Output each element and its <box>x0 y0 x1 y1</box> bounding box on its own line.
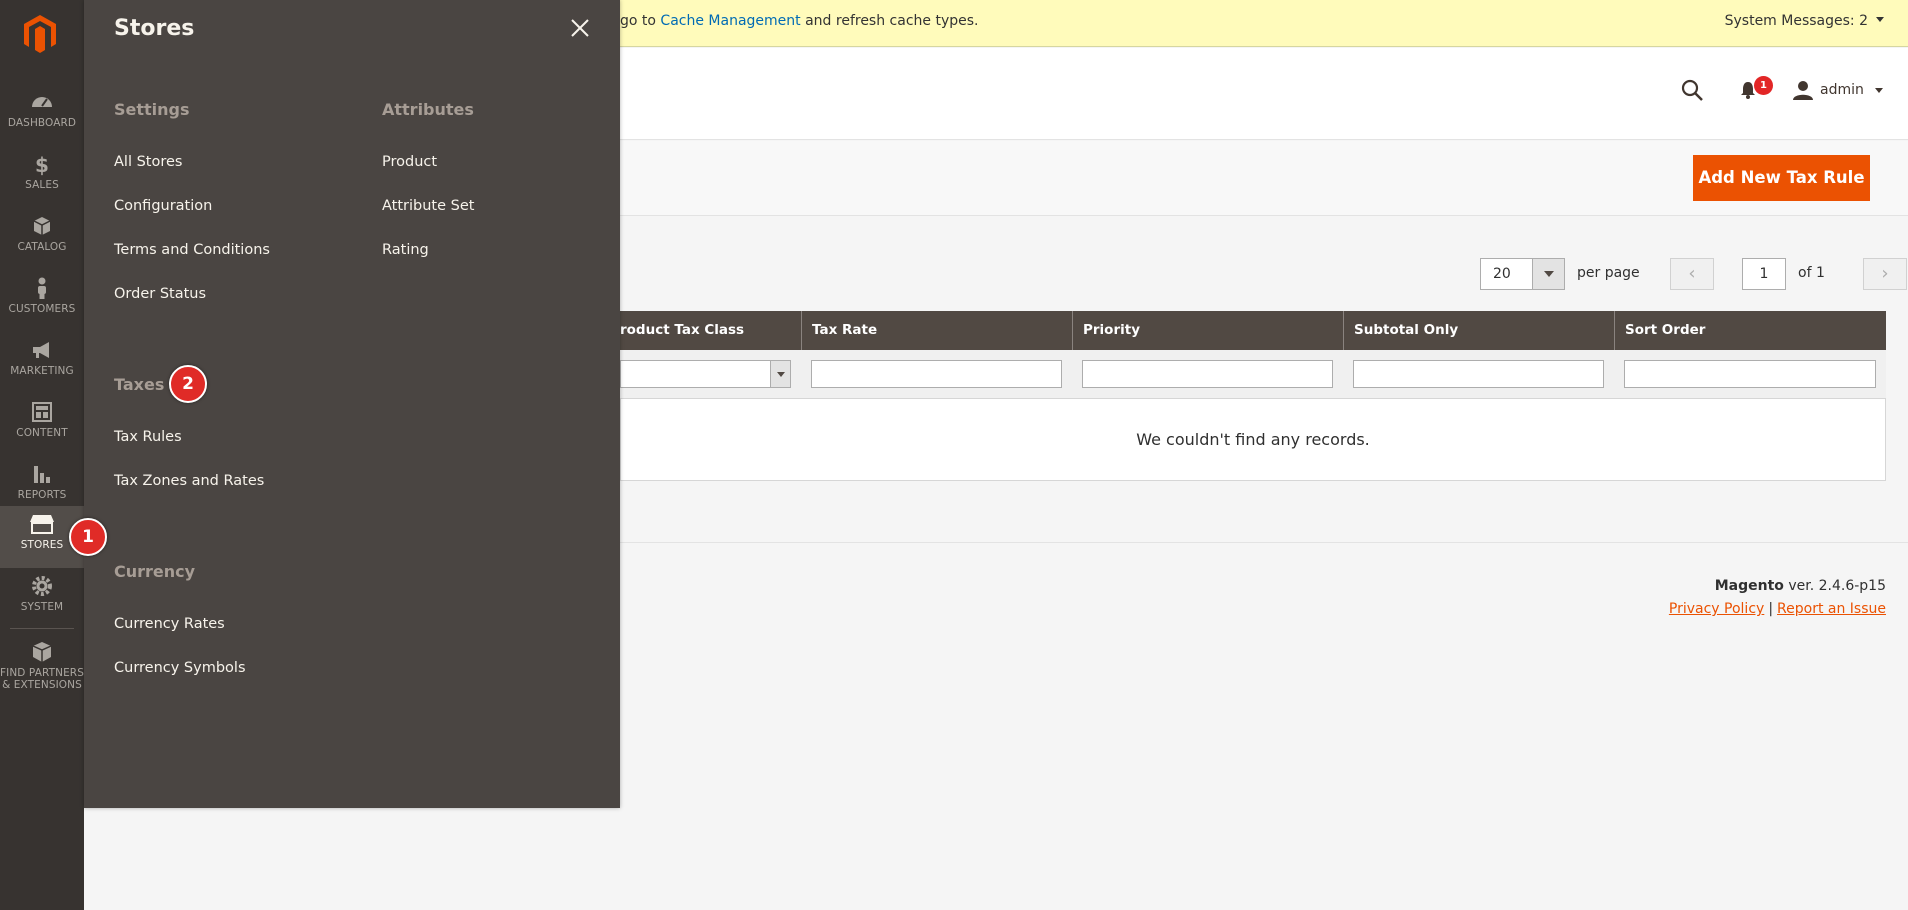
currency-group-title: Currency <box>114 562 196 581</box>
previous-page-button[interactable]: ‹ <box>1670 258 1714 290</box>
currency-symbols-link[interactable]: Currency Symbols <box>114 660 246 676</box>
taxes-group-title: Taxes <box>114 375 165 394</box>
flyout-title: Stores <box>114 16 195 41</box>
privacy-policy-link[interactable]: Privacy Policy <box>1669 601 1764 617</box>
attributes-group-title: Attributes <box>382 100 474 119</box>
bar-chart-icon <box>0 462 84 486</box>
chevron-down-icon[interactable] <box>1876 17 1884 22</box>
column-header-sort-order[interactable]: Sort Order <box>1614 311 1886 350</box>
footer-divider <box>620 542 1908 543</box>
chevron-down-icon <box>770 361 790 387</box>
svg-text:$: $ <box>35 153 49 176</box>
grid-pager: 20 per page ‹ 1 of 1 › <box>620 256 1908 292</box>
nav-item-dashboard[interactable]: DASHBOARD <box>0 84 84 146</box>
column-header-priority[interactable]: Priority <box>1072 311 1343 350</box>
gear-icon <box>0 574 84 598</box>
layout-icon <box>0 400 84 424</box>
nav-label: CUSTOMERS <box>8 303 76 315</box>
tax-zones-and-rates-link[interactable]: Tax Zones and Rates <box>114 473 264 489</box>
attribute-set-link[interactable]: Attribute Set <box>382 198 474 214</box>
rating-link[interactable]: Rating <box>382 242 429 258</box>
nav-item-sales[interactable]: $ SALES <box>0 146 84 208</box>
grid-header-row: roduct Tax Class Tax Rate Priority Subto… <box>620 311 1886 350</box>
page-actions: Add New Tax Rule <box>620 141 1908 216</box>
chevron-down-icon <box>1875 88 1883 93</box>
column-header-tax-rate[interactable]: Tax Rate <box>801 311 1072 350</box>
subtotal-only-filter-input[interactable] <box>1353 360 1604 388</box>
nav-label: CATALOG <box>17 241 67 253</box>
per-page-value: 20 <box>1493 266 1511 282</box>
product-attribute-link[interactable]: Product <box>382 154 437 170</box>
admin-sidebar: DASHBOARD $ SALES CATALOG CUSTOMERS MARK… <box>0 0 84 910</box>
box-icon <box>0 640 84 664</box>
page-header: 1 admin <box>620 48 1908 140</box>
nav-label: DASHBOARD <box>7 117 77 129</box>
all-stores-link[interactable]: All Stores <box>114 154 182 170</box>
nav-item-customers[interactable]: CUSTOMERS <box>0 270 84 332</box>
report-issue-link[interactable]: Report an Issue <box>1777 601 1886 617</box>
step-badge-2: 2 <box>169 365 207 403</box>
current-page-input[interactable]: 1 <box>1742 258 1786 290</box>
column-header-subtotal-only[interactable]: Subtotal Only <box>1343 311 1614 350</box>
settings-group-title: Settings <box>114 100 190 119</box>
dollar-icon: $ <box>0 152 84 176</box>
nav-item-content[interactable]: CONTENT <box>0 394 84 456</box>
chevron-down-icon[interactable] <box>1532 259 1564 289</box>
version-info: Magento ver. 2.4.6-p15 <box>1714 578 1886 594</box>
nav-item-catalog[interactable]: CATALOG <box>0 208 84 270</box>
footer-separator: | <box>1768 601 1774 617</box>
system-message-text: go to Cache Management and refresh cache… <box>620 13 979 29</box>
cache-management-link[interactable]: Cache Management <box>660 13 800 29</box>
system-messages-toggle[interactable]: System Messages: 2 <box>1725 13 1868 29</box>
next-page-button[interactable]: › <box>1863 258 1907 290</box>
nav-label: STORES <box>20 539 64 551</box>
nav-label: & EXTENSIONS <box>2 679 82 691</box>
sort-order-filter-input[interactable] <box>1624 360 1876 388</box>
close-icon[interactable] <box>570 18 590 38</box>
cube-icon <box>0 214 84 238</box>
dashboard-icon <box>0 90 84 114</box>
empty-grid-message: We couldn't find any records. <box>620 399 1886 481</box>
tax-rules-link[interactable]: Tax Rules <box>114 429 182 445</box>
priority-filter-input[interactable] <box>1082 360 1333 388</box>
nav-item-find-partners[interactable]: FIND PARTNERS & EXTENSIONS <box>0 634 84 708</box>
add-new-tax-rule-button[interactable]: Add New Tax Rule <box>1693 155 1870 201</box>
megaphone-icon <box>0 338 84 362</box>
product-tax-class-filter-select[interactable] <box>620 360 791 388</box>
nav-label: MARKETING <box>10 365 74 377</box>
configuration-link[interactable]: Configuration <box>114 198 212 214</box>
nav-item-system[interactable]: SYSTEM <box>0 568 84 630</box>
page-footer: Magento ver. 2.4.6-p15 Privacy Policy | Re… <box>1669 578 1886 617</box>
magento-logo-icon[interactable] <box>22 14 58 54</box>
nav-divider <box>10 628 74 629</box>
user-icon <box>1793 81 1813 100</box>
nav-label: FIND PARTNERS <box>0 667 84 679</box>
currency-rates-link[interactable]: Currency Rates <box>114 616 225 632</box>
stores-flyout-menu: Stores Settings All Stores Configuration… <box>84 0 620 808</box>
per-page-select[interactable]: 20 <box>1480 258 1565 290</box>
system-message-bar: go to Cache Management and refresh cache… <box>620 0 1908 47</box>
nav-label: SYSTEM <box>20 601 64 613</box>
nav-item-marketing[interactable]: MARKETING <box>0 332 84 394</box>
person-icon <box>0 276 84 300</box>
footer-links: Privacy Policy | Report an Issue <box>1669 601 1886 617</box>
notifications-count-badge: 1 <box>1754 76 1773 95</box>
user-name: admin <box>1820 82 1864 98</box>
order-status-link[interactable]: Order Status <box>114 286 206 302</box>
notifications-button[interactable]: 1 <box>1738 76 1773 104</box>
nav-label: CONTENT <box>16 427 68 439</box>
search-icon[interactable] <box>1680 78 1704 106</box>
nav-label: REPORTS <box>17 489 67 501</box>
step-badge-1: 1 <box>69 518 107 556</box>
page-count: of 1 <box>1798 265 1825 281</box>
tax-rate-filter-input[interactable] <box>811 360 1062 388</box>
terms-and-conditions-link[interactable]: Terms and Conditions <box>114 242 270 258</box>
grid-filters-row <box>620 350 1886 399</box>
per-page-label: per page <box>1577 265 1640 281</box>
nav-label: SALES <box>25 179 59 191</box>
tax-rules-grid: roduct Tax Class Tax Rate Priority Subto… <box>620 311 1886 481</box>
